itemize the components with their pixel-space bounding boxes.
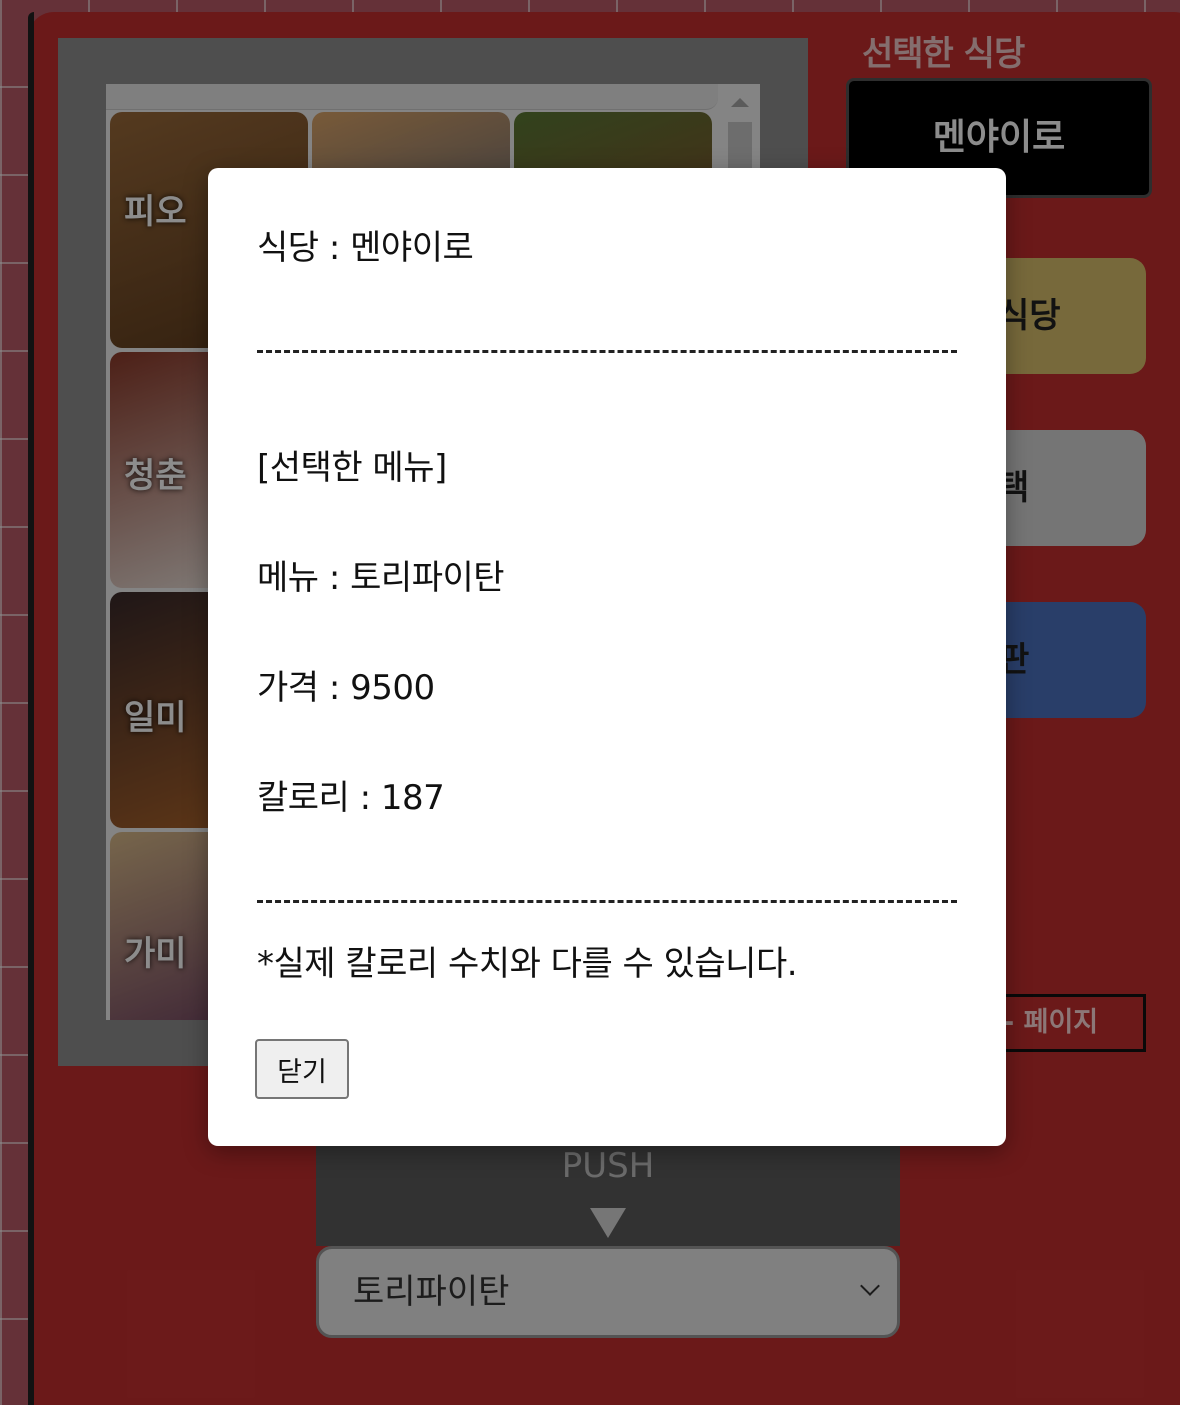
modal-notice: *실제 칼로리 수치와 다를 수 있습니다. bbox=[257, 944, 798, 984]
modal-price-line: 가격 : 9500 bbox=[257, 668, 435, 708]
modal-divider-top bbox=[257, 350, 957, 353]
modal-divider-bottom bbox=[257, 900, 957, 903]
modal-restaurant-line: 식당 : 멘야이로 bbox=[257, 228, 474, 268]
menu-detail-modal: 식당 : 멘야이로 [선택한 메뉴] 메뉴 : 토리파이탄 가격 : 9500 … bbox=[208, 168, 1006, 1146]
modal-calorie-line: 칼로리 : 187 bbox=[257, 778, 445, 818]
close-button[interactable]: 닫기 bbox=[255, 1039, 349, 1099]
modal-section-title: [선택한 메뉴] bbox=[257, 448, 447, 488]
modal-menu-line: 메뉴 : 토리파이탄 bbox=[257, 558, 505, 598]
